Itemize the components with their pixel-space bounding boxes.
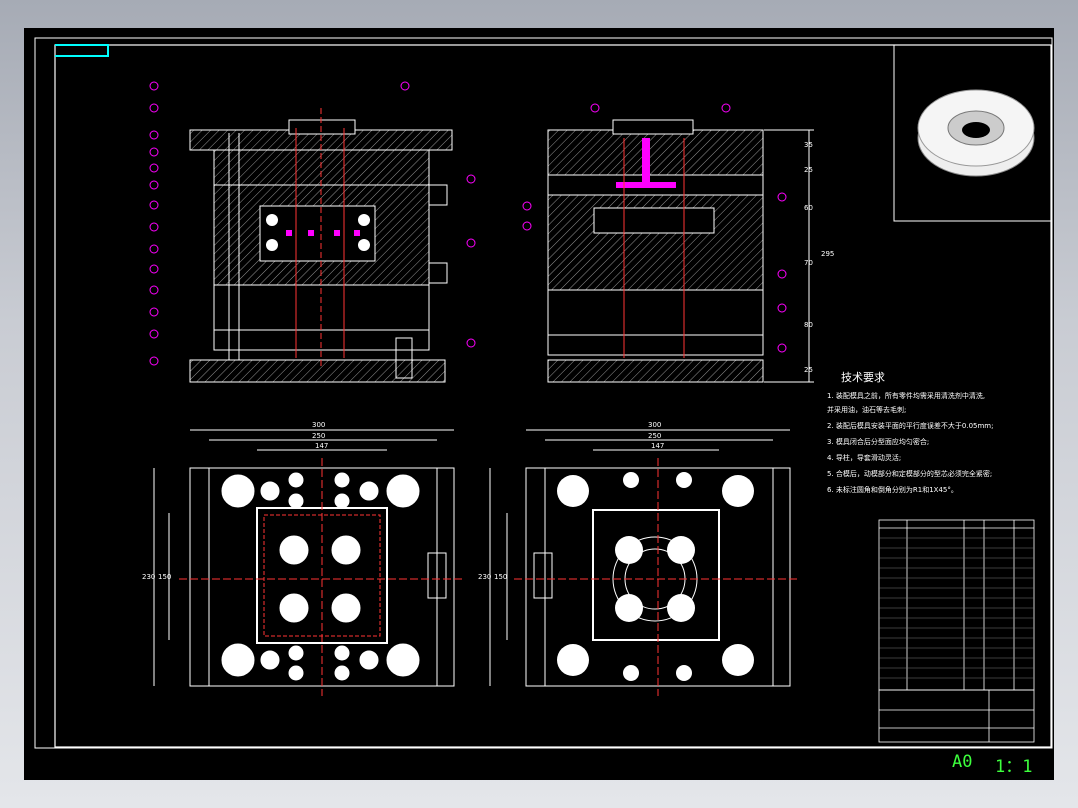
dim-left-230: 230 [142, 573, 156, 581]
dim-right-150: 150 [494, 573, 508, 581]
tech-item-2: 2. 装配后模具安装平面的平行度误差不大于0.05mm; [827, 422, 994, 430]
dim-right-250: 250 [648, 432, 662, 440]
dim-right-147: 147 [651, 442, 665, 450]
dim-right-300: 300 [648, 421, 662, 429]
plan-left-circles [221, 472, 420, 681]
plan-right-centerlines [514, 458, 800, 696]
dim-60: 60 [804, 204, 813, 212]
drawing-canvas [34, 37, 1053, 749]
dim-right-230: 230 [478, 573, 492, 581]
dim-295: 295 [821, 250, 835, 258]
side-sprue-bar [616, 182, 676, 188]
plan-right-circles [557, 472, 754, 681]
scale-readout: 1：1 [995, 757, 1033, 777]
paper-size-readout: A0 [952, 752, 973, 772]
dim-80: 80 [804, 321, 813, 329]
tech-item-1b: 并采用油，油石等去毛刺; [827, 406, 907, 414]
title-block [878, 519, 1035, 743]
tech-requirements-title: 技术要求 [841, 371, 885, 384]
dim-left-300: 300 [312, 421, 326, 429]
tech-item-6: 6. 未标注圆角和倒角分别为R1和1X45°。 [827, 486, 958, 494]
tech-item-1: 1. 装配模具之前，所有零件均需采用清洗剂中清洗, [827, 392, 986, 400]
dim-35: 35 [804, 141, 813, 149]
gear-3d-icon [917, 89, 1035, 177]
tech-item-4: 4. 导柱，导套滑动灵活; [827, 454, 902, 462]
corner-mark [55, 44, 109, 57]
dim-25-top: 25 [804, 166, 813, 174]
tech-item-3: 3. 模具闭合后分型面应均匀密合; [827, 438, 930, 446]
side-sprue [642, 138, 650, 182]
cad-drawing-viewport[interactable]: 35 25 60 70 80 25 295 300 250 147 230 15… [24, 28, 1054, 780]
bom-rows [879, 537, 1034, 679]
dim-left-147: 147 [315, 442, 329, 450]
dim-70: 70 [804, 259, 813, 267]
tech-item-5: 5. 合模后，动模部分和定模部分的型芯必须完全紧密; [827, 470, 993, 478]
side-section-view [547, 119, 814, 383]
dim-left-250: 250 [312, 432, 326, 440]
dim-25-bottom: 25 [804, 366, 813, 374]
dim-left-150: 150 [158, 573, 172, 581]
